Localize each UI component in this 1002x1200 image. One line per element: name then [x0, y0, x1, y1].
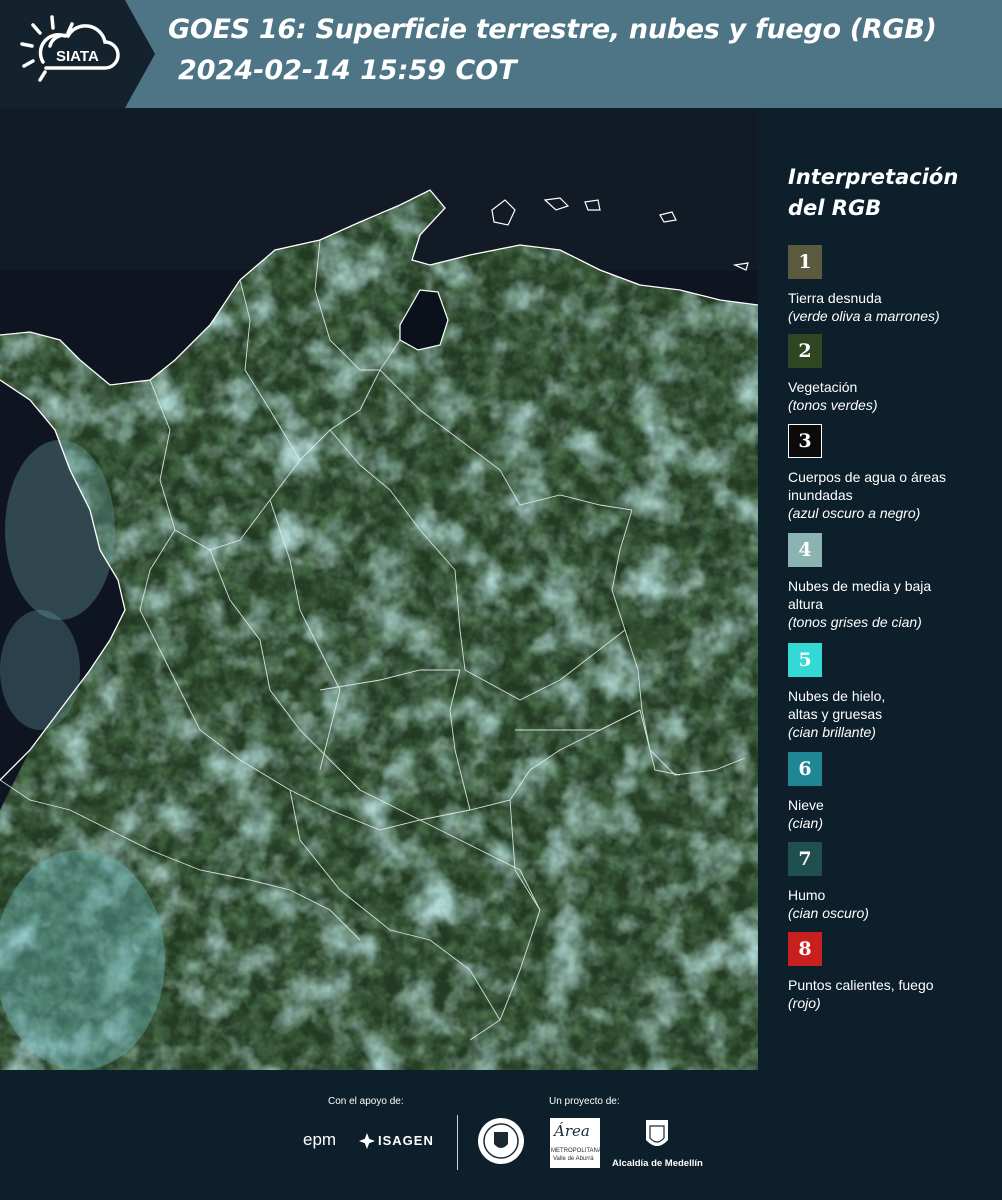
legend-item-label: Vegetación	[788, 379, 858, 395]
ocean-cloud	[5, 440, 115, 620]
footer-divider	[457, 1115, 458, 1170]
isagen-logo: ISAGEN	[378, 1133, 434, 1148]
legend-swatch: 1	[788, 245, 822, 279]
area-logo-word: Área	[554, 1122, 590, 1140]
legend-item-water: 3 Cuerpos de agua o áreas inundadas (azu…	[788, 424, 998, 522]
footer: Con el apoyo de: Un proyecto de: epm ISA…	[0, 1070, 1002, 1200]
legend-item-note: (rojo)	[788, 995, 821, 1011]
area-logo-line3: Valle de Aburrá	[553, 1156, 594, 1162]
legend-item-note: (verde oliva a marrones)	[788, 308, 940, 324]
legend-title: Interpretación del RGB	[788, 162, 998, 224]
image-datetime: 2024-02-14 15:59 COT	[178, 55, 517, 86]
support-caption: Con el apoyo de:	[328, 1096, 404, 1107]
alcaldia-shield-icon	[646, 1120, 668, 1146]
legend-item-label: Puntos calientes, fuego	[788, 977, 934, 993]
siata-logo-text: SIATA	[56, 48, 99, 65]
area-metropolitana-logo: Área METROPOLITANA Valle de Aburrá	[550, 1118, 602, 1168]
legend-item-ice-clouds: 5 Nubes de hielo, altas y gruesas (cian …	[788, 643, 998, 741]
ocean-cloud	[0, 850, 165, 1070]
legend-item-bare-soil: 1 Tierra desnuda (verde oliva a marrones…	[788, 245, 998, 325]
legend-item-note: (tonos verdes)	[788, 397, 878, 413]
legend-item-vegetation: 2 Vegetación (tonos verdes)	[788, 334, 998, 414]
project-caption: Un proyecto de:	[549, 1096, 620, 1107]
isagen-logo-icon	[359, 1133, 375, 1149]
sun-cloud-icon: SIATA	[20, 15, 120, 82]
legend-swatch: 5	[788, 643, 822, 677]
header-bar: SIATA GOES 16: Superficie terrestre, nub…	[0, 0, 1002, 108]
legend-swatch: 6	[788, 752, 822, 786]
legend-item-fire: 8 Puntos calientes, fuego (rojo)	[788, 932, 998, 1012]
legend-item-label: Cuerpos de agua o áreas inundadas	[788, 469, 946, 503]
legend-swatch: 2	[788, 334, 822, 368]
legend-item-mid-low-clouds: 4 Nubes de media y baja altura (tonos gr…	[788, 533, 998, 631]
legend-item-note: (cian oscuro)	[788, 905, 869, 921]
rgb-legend: Interpretación del RGB 1 Tierra desnuda …	[760, 110, 1002, 1070]
legend-item-smoke: 7 Humo (cian oscuro)	[788, 842, 998, 922]
satellite-map	[0, 110, 758, 1070]
legend-item-label: Nubes de hielo, altas y gruesas	[788, 688, 886, 722]
legend-item-label: Nubes de media y baja altura	[788, 578, 932, 612]
legend-item-note: (cian brillante)	[788, 724, 876, 740]
legend-swatch: 3	[788, 424, 822, 458]
area-logo-line2: METROPOLITANA	[551, 1148, 602, 1154]
legend-item-label: Humo	[788, 887, 826, 903]
epm-logo: epm	[303, 1130, 337, 1149]
alcaldia-text: Alcaldía de Medellín	[612, 1158, 703, 1169]
page-title: GOES 16: Superficie terrestre, nubes y f…	[168, 14, 937, 45]
legend-item-note: (cian)	[788, 815, 824, 831]
legend-swatch: 4	[788, 533, 822, 567]
legend-title-line2: del RGB	[788, 196, 882, 220]
legend-item-note: (azul oscuro a negro)	[788, 505, 921, 521]
legend-swatch: 7	[788, 842, 822, 876]
legend-title-line1: Interpretación	[788, 165, 959, 189]
medellin-seal-icon	[478, 1118, 524, 1164]
legend-item-note: (tonos grises de cian)	[788, 614, 922, 630]
legend-item-label: Tierra desnuda	[788, 290, 882, 306]
legend-swatch: 8	[788, 932, 822, 966]
ocean-cloud	[0, 610, 80, 730]
siata-logo: SIATA	[0, 0, 155, 108]
legend-item-label: Nieve	[788, 797, 824, 813]
legend-item-snow: 6 Nieve (cian)	[788, 752, 998, 832]
